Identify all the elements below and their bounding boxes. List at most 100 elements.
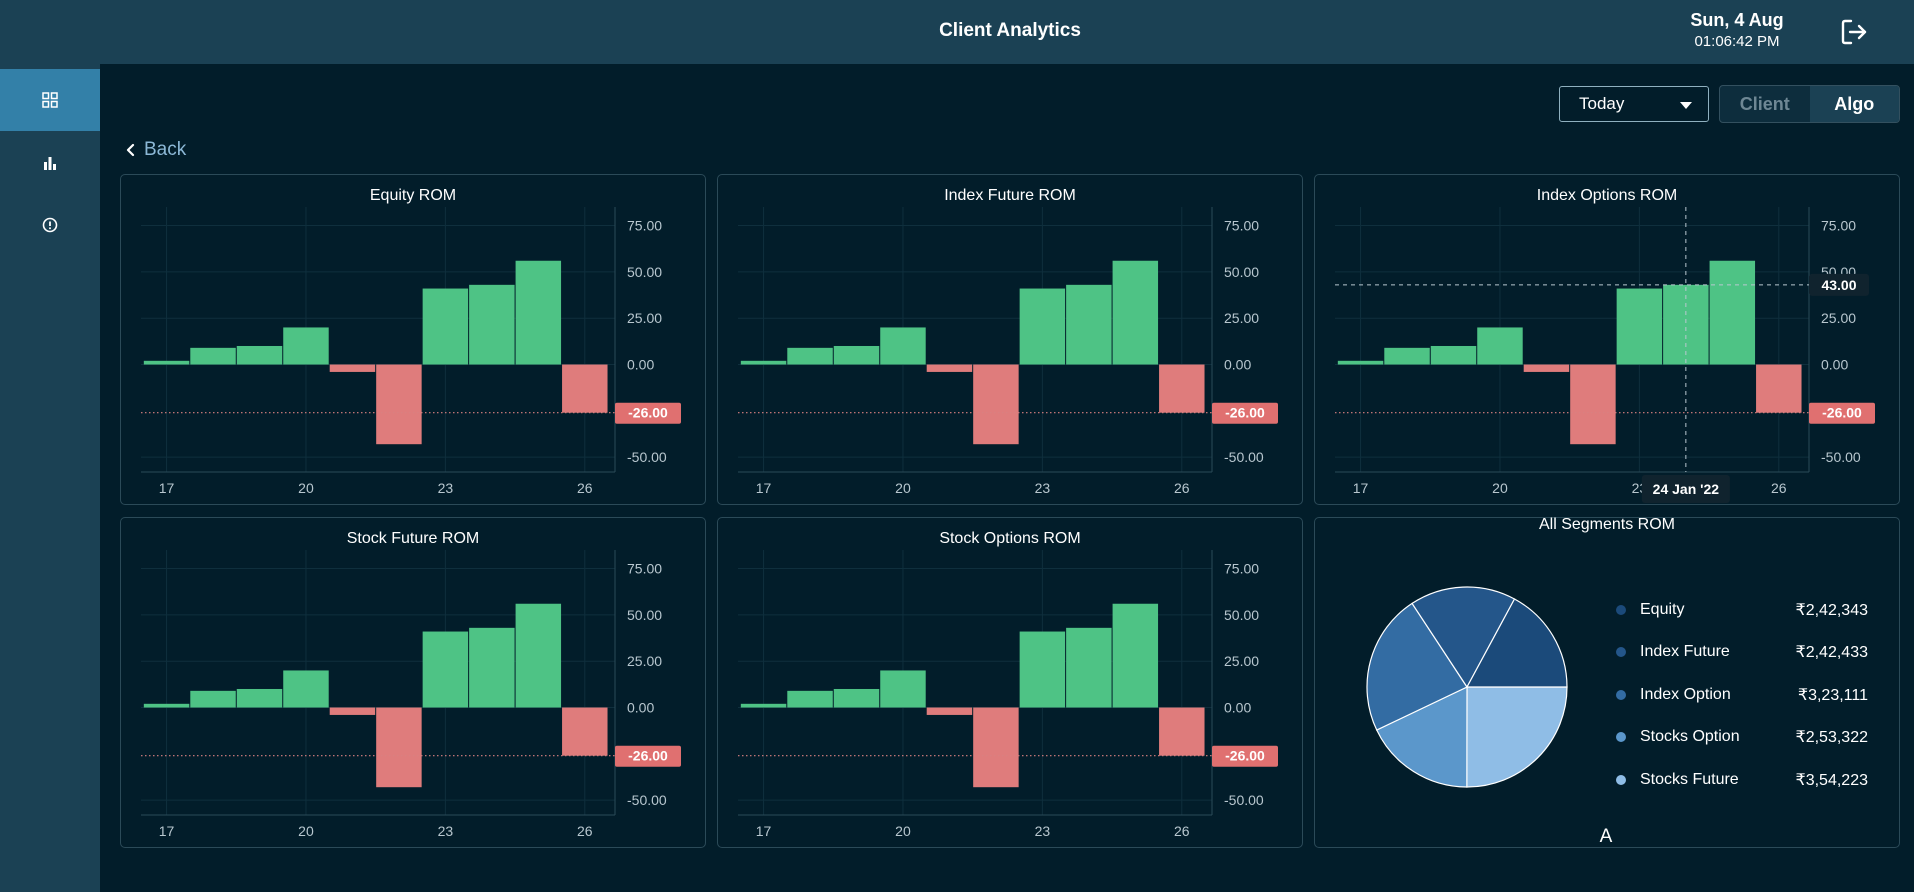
- page-title: Client Analytics: [939, 20, 1081, 41]
- bar: [787, 690, 833, 708]
- legend-label: Equity: [1640, 601, 1685, 618]
- sidebar: [0, 64, 100, 892]
- legend-value: ₹2,53,322: [1795, 729, 1868, 746]
- bar: [515, 260, 562, 365]
- bar: [469, 284, 515, 365]
- card-stock-future-rom: Stock Future ROM 75.00 50.00 25.00 0.00 -50.…: [120, 517, 706, 848]
- reference-label: -26.00: [628, 748, 668, 764]
- bar: [469, 627, 515, 708]
- legend-label: Stocks Future: [1640, 771, 1739, 788]
- card-index-options-rom: Index Options ROM 75.00 50.00 25.00 0.00 -50…: [1314, 174, 1900, 505]
- bar: [833, 688, 880, 708]
- legend-dot-index-future: [1616, 647, 1626, 657]
- legend-item: Stocks Option ₹2,53,322: [1616, 725, 1868, 749]
- legend-dot-index-option: [1616, 690, 1626, 700]
- x-tick-label: 26: [577, 823, 593, 839]
- bar-chart: 75.00 50.00 25.00 0.00 -50.00 17 20 23 26 -26.00: [141, 550, 681, 839]
- bar: [926, 707, 973, 715]
- back-label: Back: [144, 139, 187, 160]
- x-tick-label: 20: [895, 480, 911, 496]
- crosshair-y-label: 43.00: [1821, 277, 1856, 293]
- legend-value: ₹3,54,223: [1795, 772, 1868, 789]
- bar: [190, 690, 236, 708]
- x-tick-label: 26: [1174, 823, 1190, 839]
- legend-label: Index Future: [1640, 643, 1730, 660]
- bar: [422, 288, 469, 365]
- legend-item: Index Future ₹2,42,433: [1616, 640, 1868, 664]
- bar: [740, 360, 787, 365]
- current-date: Sun, 4 Aug: [1690, 10, 1784, 30]
- bar: [880, 670, 926, 708]
- legend-dot-stocks-future: [1616, 775, 1626, 785]
- pie-slice: [1466, 686, 1568, 788]
- legend-item: Index Option ₹3,23,111: [1616, 683, 1868, 707]
- toggle-algo[interactable]: Algo: [1809, 86, 1899, 122]
- y-tick-label: 0.00: [627, 357, 654, 373]
- y-tick-label: 25.00: [627, 310, 662, 326]
- sidebar-item-dashboard[interactable]: [0, 69, 100, 131]
- x-tick-label: 26: [1174, 480, 1190, 496]
- sidebar-item-reports[interactable]: [0, 132, 100, 194]
- back-link[interactable]: Back: [126, 139, 186, 161]
- bar: [1066, 284, 1112, 365]
- y-tick-label: 25.00: [1821, 310, 1856, 326]
- bar: [143, 703, 190, 708]
- x-tick-label: 17: [159, 823, 175, 839]
- reference-label: -26.00: [1225, 405, 1265, 421]
- info-circle-icon: [42, 217, 58, 233]
- sidebar-item-info[interactable]: [0, 194, 100, 256]
- x-tick-label: 17: [159, 480, 175, 496]
- bar: [283, 670, 329, 708]
- legend-value: ₹2,42,343: [1795, 602, 1868, 619]
- legend-item: Stocks Future ₹3,54,223: [1616, 768, 1868, 792]
- y-tick-label: 75.00: [1224, 561, 1259, 577]
- y-tick-label: 25.00: [1224, 310, 1259, 326]
- bar: [562, 364, 608, 413]
- card-equity-rom: Equity ROM 75.00 50.00 25.00 0.00 -50.00 17 20…: [120, 174, 706, 505]
- x-tick-label: 23: [1035, 823, 1051, 839]
- bar: [190, 347, 236, 365]
- y-tick-label: 0.00: [1224, 700, 1251, 716]
- y-tick-label: 0.00: [627, 700, 654, 716]
- bar: [1019, 288, 1066, 365]
- y-tick-label: 0.00: [1821, 357, 1848, 373]
- chevron-left-icon: [126, 143, 135, 157]
- date-time-display: Sun, 4 Aug 01:06:42 PM: [1672, 10, 1802, 50]
- bar: [329, 707, 376, 715]
- toggle-client[interactable]: Client: [1720, 86, 1810, 122]
- bar: [833, 345, 880, 365]
- y-tick-label: -50.00: [627, 792, 667, 808]
- bar: [283, 327, 329, 365]
- x-tick-label: 17: [756, 480, 772, 496]
- y-tick-label: 50.00: [627, 607, 662, 623]
- y-tick-label: 50.00: [627, 264, 662, 280]
- y-tick-label: -50.00: [627, 449, 667, 465]
- bar: [1112, 260, 1159, 365]
- bar: [1570, 364, 1616, 445]
- bar: [1112, 603, 1159, 708]
- pie-footer-label: A: [1599, 826, 1613, 847]
- caret-down-icon: [1680, 102, 1692, 109]
- bar: [1384, 347, 1430, 365]
- bar: [236, 345, 283, 365]
- crosshair-x-label: 24 Jan '22: [1653, 481, 1720, 497]
- y-tick-label: 50.00: [1224, 264, 1259, 280]
- bar: [1337, 360, 1384, 365]
- legend-item: Equity ₹2,42,343: [1616, 598, 1868, 622]
- legend-label: Stocks Option: [1640, 728, 1740, 745]
- y-tick-label: 75.00: [627, 218, 662, 234]
- x-tick-label: 17: [1353, 480, 1369, 496]
- period-select[interactable]: Today: [1559, 86, 1709, 122]
- bar-chart: 75.00 50.00 25.00 0.00 -50.00 17 20 23 26 -26.00: [738, 550, 1278, 839]
- legend-value: ₹3,23,111: [1797, 687, 1868, 704]
- x-tick-label: 20: [298, 480, 314, 496]
- logout-button[interactable]: [1838, 16, 1870, 48]
- bar: [1019, 631, 1066, 708]
- bar: [787, 347, 833, 365]
- bar: [1159, 707, 1205, 756]
- x-tick-label: 26: [1771, 480, 1787, 496]
- bar: [880, 327, 926, 365]
- period-select-value: Today: [1579, 94, 1625, 113]
- y-tick-label: 0.00: [1224, 357, 1251, 373]
- bar: [1756, 364, 1802, 413]
